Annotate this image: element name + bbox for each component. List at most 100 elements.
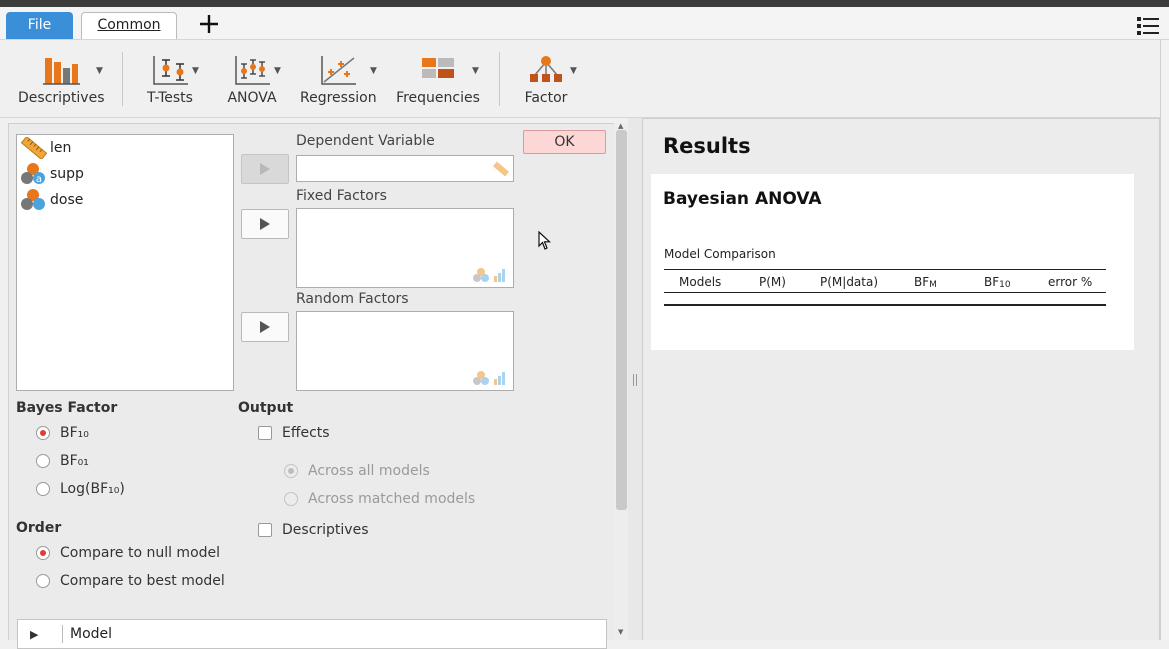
bayes-factor-title: Bayes Factor — [16, 400, 118, 416]
list-item[interactable]: dose — [21, 188, 83, 212]
table-rule-bottom — [664, 304, 1106, 306]
plus-icon[interactable] — [196, 11, 222, 37]
ok-button[interactable]: OK — [523, 130, 606, 154]
list-item[interactable]: a supp — [21, 162, 84, 186]
radio-label: Log(BF₁₀) — [60, 481, 125, 497]
dependent-variable-field[interactable] — [296, 155, 514, 182]
bf01-radio[interactable]: BF₀₁ — [36, 453, 89, 469]
radio-label: BF₀₁ — [60, 453, 89, 469]
list-menu-icon[interactable] — [1135, 15, 1161, 37]
across-matched-models-radio[interactable]: Across matched models — [284, 491, 475, 507]
splitter-grip-icon[interactable] — [633, 374, 637, 386]
move-to-dependent-button[interactable] — [241, 154, 289, 184]
chevron-down-icon: ▼ — [370, 66, 377, 76]
ruler-icon — [493, 161, 509, 177]
chevron-down-icon: ▼ — [472, 66, 479, 76]
ribbon-label: ANOVA — [227, 90, 277, 106]
ribbon-regression[interactable]: Regression ▼ — [300, 54, 377, 112]
variable-list[interactable]: len a supp dose — [16, 134, 234, 391]
nominal-text-icon: a — [21, 163, 45, 185]
checkbox-indicator — [258, 523, 272, 537]
frequencies-icon — [422, 58, 454, 78]
checkbox-indicator — [258, 426, 272, 440]
ribbon-frequencies[interactable]: Frequencies ▼ — [396, 54, 480, 112]
radio-indicator — [284, 464, 298, 478]
checkbox-label: Descriptives — [282, 522, 369, 538]
fixed-factors-field[interactable] — [296, 208, 514, 288]
random-factors-field[interactable] — [296, 311, 514, 391]
play-icon — [260, 218, 270, 230]
chevron-down-icon: ▼ — [274, 66, 281, 76]
ribbon-toolbar: Descriptives ▼ T-Tests ▼ ANOVA ▼ Regress… — [0, 40, 1169, 118]
window-top-strip — [0, 0, 1169, 7]
ribbon-anova[interactable]: ANOVA ▼ — [222, 54, 282, 112]
ribbon-factor[interactable]: Factor ▼ — [520, 54, 577, 112]
bf10-main: BF — [984, 275, 1000, 289]
ribbon-label: Factor — [524, 90, 568, 106]
ribbon-ttests[interactable]: T-Tests ▼ — [140, 54, 200, 112]
analysis-title: Bayesian ANOVA — [663, 189, 822, 209]
column-header-pm-data: P(M|data) — [820, 275, 879, 289]
scroll-up-icon[interactable]: ▲ — [618, 122, 623, 130]
move-to-random-factors-button[interactable] — [241, 312, 289, 342]
chevron-down-icon: ▼ — [570, 66, 577, 76]
expand-triangle-icon: ▶ — [30, 628, 39, 641]
regression-icon — [321, 56, 356, 85]
chevron-down-icon: ▼ — [192, 66, 199, 76]
allowed-types-icon — [473, 268, 505, 282]
scrollbar-thumb[interactable] — [616, 130, 627, 510]
output-title: Output — [238, 400, 294, 416]
log-bf10-radio[interactable]: Log(BF₁₀) — [36, 481, 125, 497]
radio-label: Across matched models — [308, 491, 476, 507]
effects-checkbox[interactable]: Effects — [258, 425, 330, 441]
allowed-types-icon — [473, 371, 505, 385]
ribbon-label: Descriptives — [18, 90, 105, 106]
radio-indicator — [36, 426, 50, 440]
descriptives-checkbox[interactable]: Descriptives — [258, 522, 369, 538]
radio-indicator — [36, 546, 50, 560]
ribbon-separator — [122, 52, 123, 106]
ribbon-descriptives[interactable]: Descriptives ▼ — [18, 54, 105, 112]
radio-indicator — [36, 482, 50, 496]
ribbon-separator — [499, 52, 500, 106]
scroll-down-icon[interactable]: ▼ — [618, 628, 623, 636]
factor-icon — [530, 56, 562, 82]
tab-common[interactable]: Common — [81, 12, 177, 39]
across-all-models-radio[interactable]: Across all models — [284, 463, 430, 479]
play-icon — [260, 163, 270, 175]
tab-file[interactable]: File — [6, 12, 73, 39]
tab-common-label: Common — [97, 17, 161, 33]
anova-icon — [235, 56, 270, 85]
ribbon-label: Frequencies — [396, 90, 480, 106]
play-icon — [260, 321, 270, 333]
compare-best-radio[interactable]: Compare to best model — [36, 573, 225, 589]
table-title: Model Comparison — [664, 247, 776, 261]
compare-null-radio[interactable]: Compare to null model — [36, 545, 220, 561]
column-header-models: Models — [679, 275, 722, 289]
radio-label: Compare to best model — [60, 573, 225, 589]
divider — [62, 625, 63, 643]
svg-text:a: a — [36, 174, 42, 185]
fixed-factors-label: Fixed Factors — [296, 188, 387, 204]
table-rule-top — [664, 269, 1106, 270]
column-header-bfm: BFM — [914, 275, 937, 290]
column-header-error: error % — [1048, 275, 1093, 289]
bfm-main: BF — [914, 275, 930, 289]
move-to-fixed-factors-button[interactable] — [241, 209, 289, 239]
nominal-icon — [21, 189, 45, 210]
column-header-bf10: BF10 — [984, 275, 1011, 290]
ruler-icon — [21, 137, 47, 159]
list-item[interactable]: len — [21, 136, 71, 160]
results-title: Results — [663, 134, 751, 158]
radio-label: BF₁₀ — [60, 425, 89, 441]
bf10-radio[interactable]: BF₁₀ — [36, 425, 89, 441]
radio-label: Compare to null model — [60, 545, 221, 561]
bf10-sub: 10 — [999, 280, 1011, 290]
order-title: Order — [16, 520, 62, 536]
model-section-header[interactable]: ▶ Model — [17, 619, 607, 649]
random-factors-label: Random Factors — [296, 291, 409, 307]
radio-indicator — [36, 574, 50, 588]
radio-indicator — [284, 492, 298, 506]
checkbox-label: Effects — [282, 425, 330, 441]
ribbon-label: T-Tests — [147, 90, 193, 106]
